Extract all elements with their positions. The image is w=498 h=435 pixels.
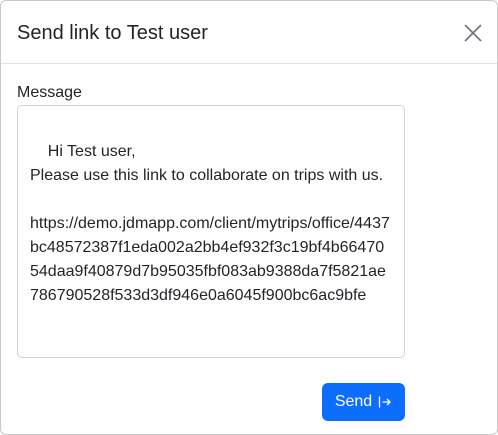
- close-icon: [461, 21, 485, 45]
- message-text: Hi Test user, Please use this link to co…: [30, 143, 390, 304]
- send-label: Send: [334, 393, 373, 410]
- close-button[interactable]: [461, 21, 485, 45]
- message-label: Message: [17, 84, 82, 101]
- modal-header: Send link to Test user: [1, 1, 497, 64]
- send-button[interactable]: Send: [322, 383, 405, 421]
- send-link-modal: Send link to Test user Message Hi Test u…: [0, 0, 498, 435]
- resize-handle-icon[interactable]: [394, 347, 402, 355]
- send-icon: [378, 395, 392, 409]
- message-textarea[interactable]: Hi Test user, Please use this link to co…: [17, 105, 405, 358]
- modal-title: Send link to Test user: [17, 22, 208, 44]
